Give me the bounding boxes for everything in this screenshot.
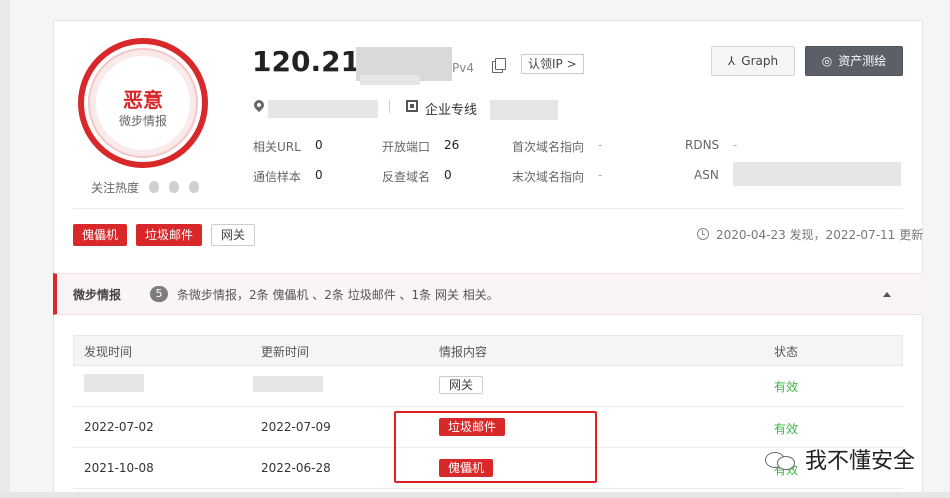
window-edge [0, 0, 10, 498]
col-intel-content: 情报内容 [439, 345, 488, 359]
first-domain-value: - [598, 138, 603, 152]
col-updated-time: 更新时间 [261, 345, 310, 359]
wechat-logo-icon [763, 448, 797, 470]
watermark-text: 我不懂安全 [805, 449, 916, 474]
redacted-location [268, 100, 378, 118]
redacted-org [490, 100, 558, 120]
row-status: 有效 [774, 380, 799, 394]
heat-indicator: 关注热度 [91, 179, 199, 196]
annotation-highlight-box [394, 411, 597, 483]
intel-title: 微步情报 [73, 288, 122, 302]
tag-botnet[interactable]: 傀儡机 [73, 224, 128, 246]
graph-button[interactable]: ⅄ Graph [711, 46, 795, 76]
clock-icon [697, 228, 709, 240]
row-updated: 2022-06-28 [261, 461, 331, 475]
rdns-value: - [733, 138, 738, 152]
rdns-label: RDNS [685, 138, 720, 152]
open-ports-label: 开放端口 [382, 140, 431, 154]
row-found: 2021-10-08 [84, 461, 154, 475]
asn-label: ASN [694, 168, 719, 182]
row-status: 有效 [774, 422, 799, 436]
open-ports-value[interactable]: 26 [444, 138, 459, 152]
heat-label: 关注热度 [91, 181, 140, 195]
related-url-label: 相关URL [253, 140, 301, 154]
intel-summary: 条微步情报，2条 傀儡机 、2条 垃圾邮件 、1条 网关 相关。 [177, 288, 499, 302]
building-icon [406, 100, 418, 112]
tag-gateway[interactable]: 网关 [211, 224, 256, 246]
asset-mapping-label: 资产测绘 [838, 54, 887, 68]
graph-button-label: Graph [741, 54, 779, 68]
redacted-updated [253, 376, 323, 392]
flame-icon [188, 181, 199, 193]
window-bottom-edge [0, 492, 950, 498]
graph-icon: ⅄ [727, 54, 736, 68]
threat-source: 微步情报 [118, 114, 167, 128]
flame-icon [168, 181, 179, 193]
row-updated: 2022-07-09 [261, 420, 331, 434]
header-divider [389, 100, 390, 113]
last-domain-label: 末次域名指向 [512, 170, 585, 184]
flame-icon [148, 181, 159, 193]
discovery-dates: 2020-04-23 发现，2022-07-11 更新 [716, 228, 924, 242]
comm-samples-label: 通信样本 [253, 170, 302, 184]
redacted-asn [733, 162, 901, 186]
reverse-domains-label: 反查域名 [382, 170, 431, 184]
intel-count-badge: 5 [150, 286, 168, 302]
ip-version: Pv4 [452, 61, 474, 75]
asset-mapping-button[interactable]: ◎ 资产测绘 [805, 46, 903, 76]
comm-samples-value[interactable]: 0 [315, 168, 323, 182]
collapse-icon[interactable] [883, 292, 891, 297]
reverse-domains-value[interactable]: 0 [444, 168, 452, 182]
copy-icon[interactable] [492, 58, 506, 73]
row-found: 2022-07-02 [84, 420, 154, 434]
tag-spam[interactable]: 垃圾邮件 [136, 224, 203, 246]
org-type: 企业专线 [425, 103, 478, 118]
redacted-found [84, 374, 144, 392]
claim-ip-button[interactable]: 认领IP > [521, 54, 584, 74]
section-divider [73, 208, 903, 209]
row-tag-gateway[interactable]: 网关 [439, 376, 484, 394]
redacted-ip-shadow [360, 75, 420, 85]
last-domain-value: - [598, 168, 603, 182]
first-domain-label: 首次域名指向 [512, 140, 585, 154]
radar-icon: ◎ [821, 54, 833, 68]
col-status: 状态 [774, 345, 799, 359]
related-url-value[interactable]: 0 [315, 138, 323, 152]
col-found-time: 发现时间 [84, 345, 133, 359]
threat-verdict: 恶意 [123, 88, 163, 112]
